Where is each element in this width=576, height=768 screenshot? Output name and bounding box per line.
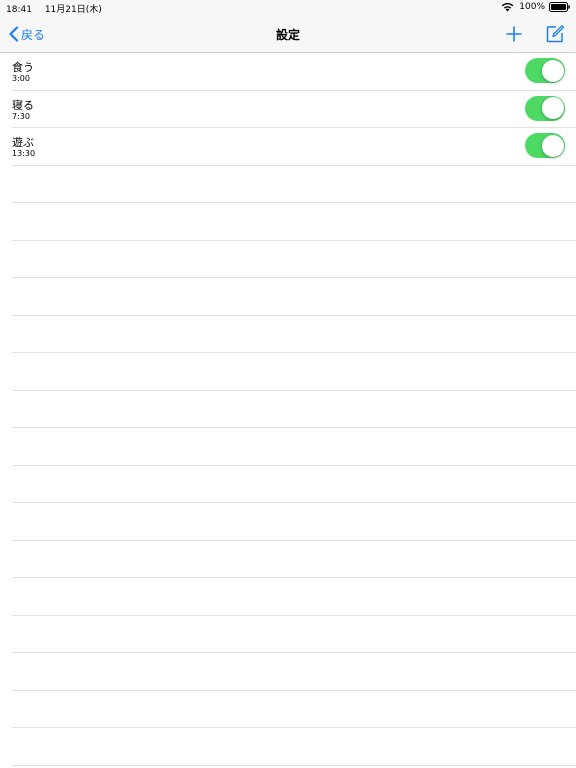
- empty-row: [12, 691, 576, 728]
- empty-row: [12, 241, 576, 278]
- list-item[interactable]: 食う 3:00: [12, 53, 576, 91]
- item-title: 寝る: [12, 98, 34, 112]
- enabled-toggle[interactable]: [525, 133, 565, 158]
- item-title: 遊ぶ: [12, 136, 34, 149]
- list-item[interactable]: 寝る 7:30: [12, 91, 576, 128]
- enabled-toggle[interactable]: [525, 58, 565, 83]
- status-date: 11月21日(木): [44, 5, 102, 15]
- item-time: 13:30: [12, 149, 36, 158]
- battery-percent: 100%: [519, 2, 545, 12]
- empty-row: [12, 203, 576, 241]
- empty-row: [12, 428, 576, 466]
- empty-row: [12, 616, 576, 653]
- list-item[interactable]: 遊ぶ 13:30: [12, 128, 576, 166]
- battery-icon: [549, 2, 570, 12]
- item-title: 食う: [12, 61, 34, 74]
- empty-row: [12, 466, 576, 503]
- add-button[interactable]: [505, 25, 523, 43]
- toggle-knob: [541, 134, 564, 157]
- status-time: 18:41: [6, 5, 32, 15]
- empty-row: [12, 391, 576, 428]
- empty-row: [12, 353, 576, 391]
- page-title: 設定: [275, 28, 300, 42]
- empty-row: [12, 166, 576, 203]
- toggle-knob: [541, 97, 564, 119]
- status-bar: 18:41 11月21日(木) 100%: [0, 0, 576, 15]
- empty-row: [12, 728, 576, 766]
- empty-row: [12, 278, 576, 316]
- navigation-bar: 戻る 設定: [0, 15, 576, 53]
- empty-row: [12, 578, 576, 616]
- status-left: 18:41 11月21日(木): [6, 2, 102, 15]
- empty-row: [12, 503, 576, 541]
- toggle-knob: [541, 59, 564, 82]
- empty-row: [12, 316, 576, 353]
- settings-list: 食う 3:00 寝る 7:30 遊ぶ 13:30: [0, 53, 576, 766]
- compose-icon[interactable]: [545, 24, 565, 44]
- empty-row: [12, 653, 576, 691]
- item-time: 7:30: [12, 111, 30, 121]
- wifi-icon: [501, 3, 514, 12]
- empty-row: [12, 541, 576, 578]
- enabled-toggle[interactable]: [525, 95, 565, 121]
- item-time: 3:00: [12, 74, 30, 83]
- status-right: 100%: [501, 2, 570, 12]
